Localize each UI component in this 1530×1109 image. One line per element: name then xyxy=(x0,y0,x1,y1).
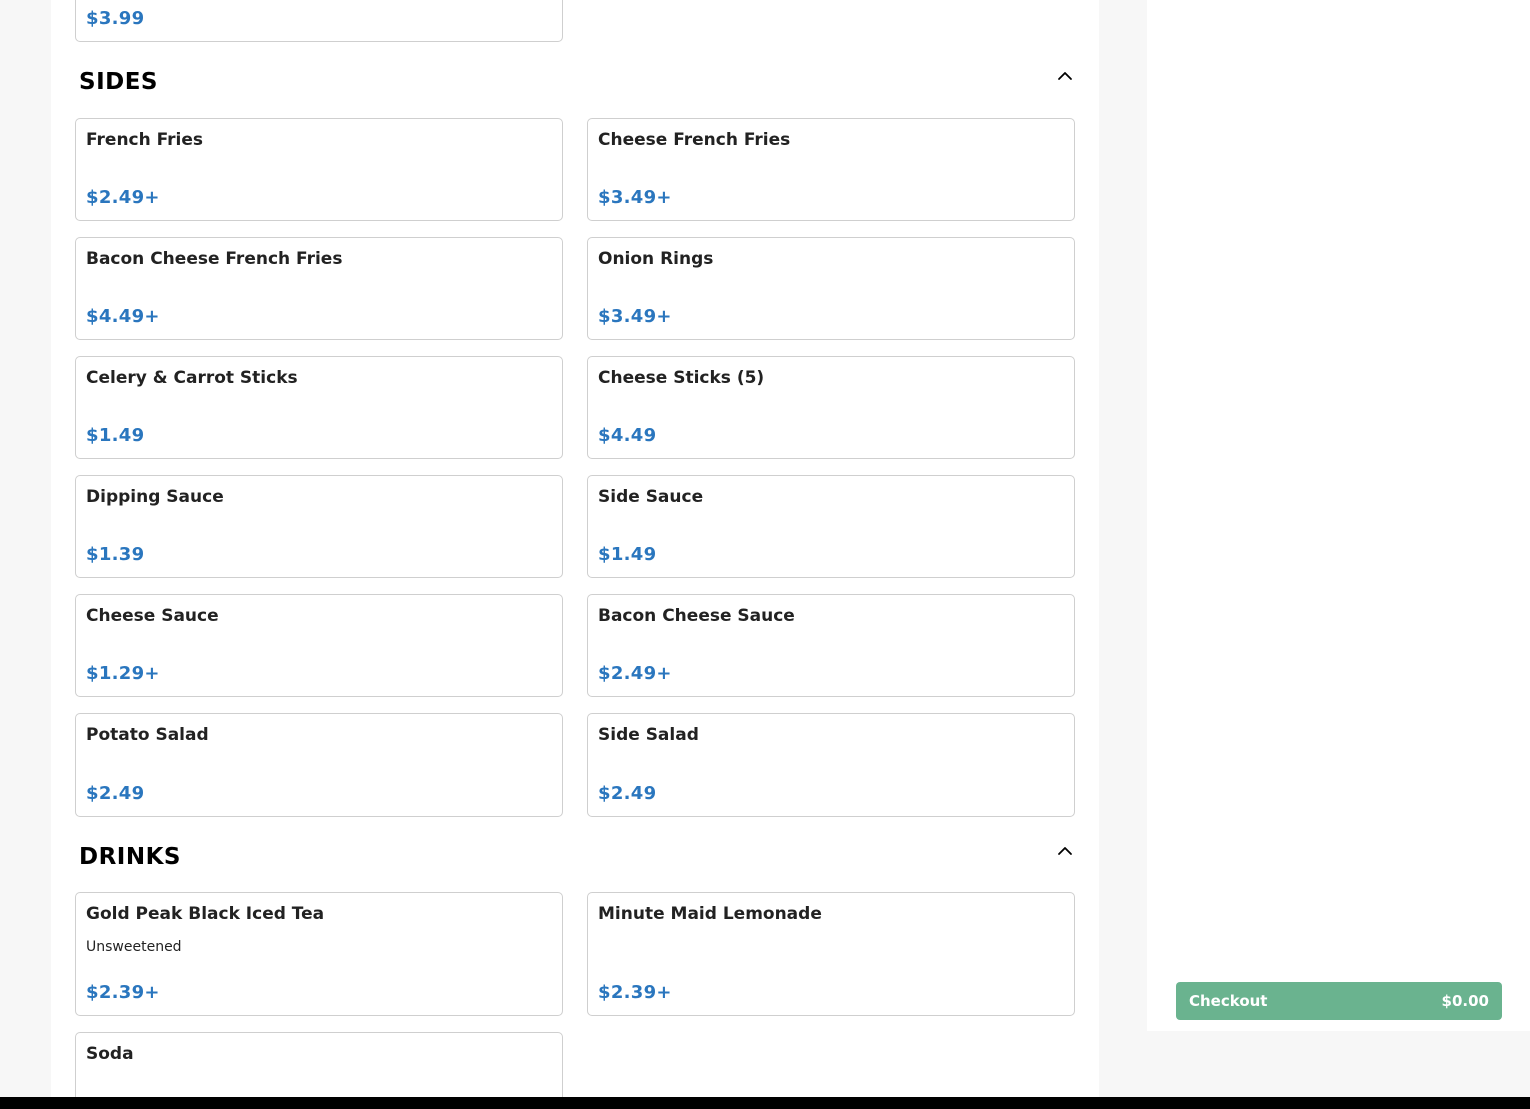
section-title-sides: SIDES xyxy=(79,69,158,95)
checkout-label: Checkout xyxy=(1189,992,1268,1010)
menu-item-card[interactable]: Side Salad $2.49 xyxy=(587,713,1075,817)
item-price: $2.49+ xyxy=(86,187,160,208)
item-name: Minute Maid Lemonade xyxy=(598,904,822,924)
menu-item-card[interactable]: Onion Rings $3.49+ xyxy=(587,237,1075,340)
item-price: $2.49 xyxy=(86,783,145,804)
item-price: $4.49 xyxy=(598,425,657,446)
item-price: $2.49+ xyxy=(598,663,672,684)
item-name: Dipping Sauce xyxy=(86,487,224,507)
checkout-button[interactable]: Checkout $0.00 xyxy=(1176,982,1502,1020)
item-price: $3.99 xyxy=(86,8,145,29)
menu-item-card[interactable]: $3.99 xyxy=(75,0,563,42)
item-price: $2.39+ xyxy=(86,982,160,1003)
menu-item-card[interactable]: Potato Salad $2.49 xyxy=(75,713,563,817)
item-name: Potato Salad xyxy=(86,725,209,745)
menu-item-card[interactable]: Dipping Sauce $1.39 xyxy=(75,475,563,578)
item-name: Side Sauce xyxy=(598,487,704,507)
item-name: Bacon Cheese French Fries xyxy=(86,249,343,269)
menu-column: $3.99 SIDES French Fries $2.49+ Cheese F… xyxy=(51,0,1099,1109)
section-title-drinks: DRINKS xyxy=(79,844,181,870)
item-name: Onion Rings xyxy=(598,249,714,269)
menu-item-card[interactable]: Side Sauce $1.49 xyxy=(587,475,1075,578)
menu-item-card[interactable]: French Fries $2.49+ xyxy=(75,118,563,221)
item-description: Unsweetened xyxy=(86,939,182,955)
item-name: Side Salad xyxy=(598,725,699,745)
menu-item-card[interactable]: Cheese Sauce $1.29+ xyxy=(75,594,563,697)
item-name: Celery & Carrot Sticks xyxy=(86,368,298,388)
menu-item-card[interactable]: Gold Peak Black Iced Tea Unsweetened $2.… xyxy=(75,892,563,1016)
menu-item-card[interactable]: Minute Maid Lemonade $2.39+ xyxy=(587,892,1075,1016)
item-price: $1.49 xyxy=(598,544,657,565)
item-price: $1.49 xyxy=(86,425,145,446)
item-name: Cheese Sauce xyxy=(86,606,219,626)
item-price: $1.29+ xyxy=(86,663,160,684)
item-price: $2.49 xyxy=(598,783,657,804)
item-price: $3.49+ xyxy=(598,187,672,208)
item-price: $3.49+ xyxy=(598,306,672,327)
chevron-up-icon[interactable] xyxy=(1057,68,1073,84)
menu-item-card[interactable]: Celery & Carrot Sticks $1.49 xyxy=(75,356,563,459)
menu-item-card[interactable]: Bacon Cheese French Fries $4.49+ xyxy=(75,237,563,340)
item-name: Bacon Cheese Sauce xyxy=(598,606,795,626)
cart-total: $0.00 xyxy=(1441,992,1489,1010)
item-name: Cheese Sticks (5) xyxy=(598,368,765,388)
menu-item-card[interactable]: Bacon Cheese Sauce $2.49+ xyxy=(587,594,1075,697)
item-name: Gold Peak Black Iced Tea xyxy=(86,904,325,924)
bottom-bar xyxy=(0,1097,1530,1109)
item-name: French Fries xyxy=(86,130,204,150)
item-name: Soda xyxy=(86,1044,134,1064)
cart-panel xyxy=(1147,0,1530,1031)
chevron-up-icon[interactable] xyxy=(1057,843,1073,859)
menu-item-card[interactable]: Cheese French Fries $3.49+ xyxy=(587,118,1075,221)
item-price: $4.49+ xyxy=(86,306,160,327)
item-name: Cheese French Fries xyxy=(598,130,791,150)
item-price: $2.39+ xyxy=(598,982,672,1003)
menu-item-card[interactable]: Cheese Sticks (5) $4.49 xyxy=(587,356,1075,459)
item-price: $1.39 xyxy=(86,544,145,565)
